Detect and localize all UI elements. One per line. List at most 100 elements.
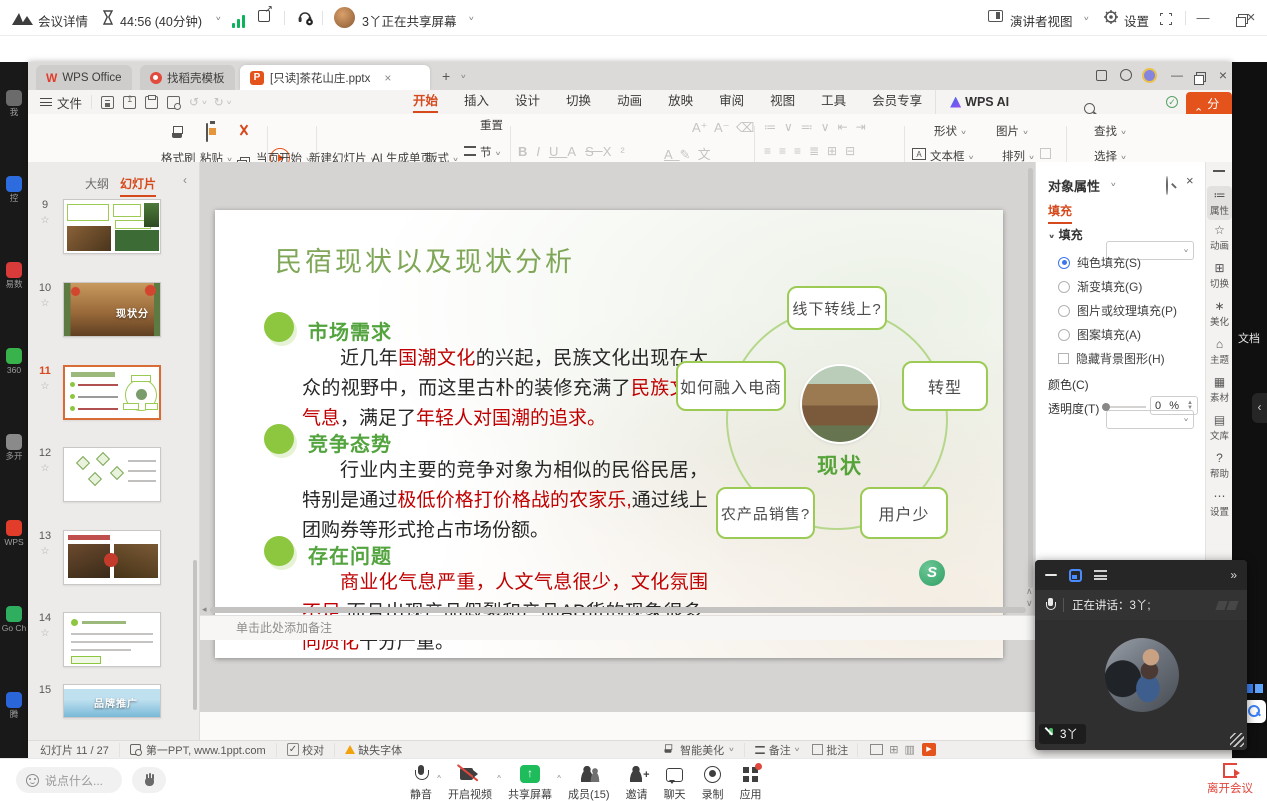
radio-icon[interactable] bbox=[1058, 257, 1070, 269]
normal-view-icon[interactable] bbox=[870, 744, 883, 755]
radio-icon[interactable] bbox=[1058, 281, 1070, 293]
tab-wps-home[interactable]: WWPS Office bbox=[36, 65, 132, 90]
font-color-icons[interactable]: A✎文 bbox=[664, 144, 718, 163]
gallery-view-icon[interactable] bbox=[1069, 569, 1082, 582]
slide-11[interactable]: 民宿现状以及现状分析 市场需求近几年国潮文化的兴起，民族文化出现在大众的视野中，… bbox=[215, 210, 1003, 658]
minimize-panel-icon[interactable] bbox=[1045, 574, 1057, 577]
dock-item-6[interactable]: WPS bbox=[0, 520, 28, 547]
slide-thumbnail-14[interactable] bbox=[63, 612, 161, 667]
close-button[interactable]: × bbox=[1240, 9, 1262, 26]
find-label[interactable]: 查找 ∨ bbox=[1094, 123, 1127, 139]
fill-option-3[interactable]: 图片或纹理填充(P) bbox=[1058, 302, 1177, 319]
menu-WPS AI[interactable]: WPS AI bbox=[935, 90, 1023, 114]
menu-设计[interactable]: 设计 bbox=[502, 90, 553, 114]
rail-素材[interactable]: ▦素材 bbox=[1207, 376, 1232, 404]
tab-slides[interactable]: 幻灯片 bbox=[120, 175, 156, 197]
format-painter-button[interactable] bbox=[169, 126, 185, 142]
transparency-input[interactable]: 0 % ▲▼ bbox=[1150, 396, 1198, 415]
floating-widget-icons[interactable] bbox=[1245, 684, 1263, 693]
checkbox-icon[interactable] bbox=[1058, 353, 1069, 364]
邀请-button[interactable]: 邀请 bbox=[624, 762, 650, 801]
undo-icon[interactable]: ↺ bbox=[189, 95, 199, 109]
录制-button[interactable]: 录制 bbox=[700, 762, 726, 801]
shapes-label[interactable]: 形状 ∨ bbox=[934, 123, 967, 139]
quick-chat-input[interactable]: 说点什么... bbox=[16, 767, 122, 793]
radio-icon[interactable] bbox=[1058, 305, 1070, 317]
comments-button[interactable]: 批注 bbox=[812, 742, 848, 758]
menu-放映[interactable]: 放映 bbox=[655, 90, 706, 114]
missing-font-button[interactable]: 缺失字体 bbox=[358, 742, 402, 758]
radio-icon[interactable] bbox=[1058, 329, 1070, 341]
slide-thumbnail-12[interactable] bbox=[63, 447, 161, 502]
wps-close-button[interactable]: × bbox=[1212, 67, 1234, 83]
menu-会员专享[interactable]: 会员专享 bbox=[859, 90, 935, 114]
fullscreen-icon[interactable] bbox=[1160, 13, 1172, 25]
静音-button[interactable]: ∧静音 bbox=[408, 762, 434, 801]
settings-button[interactable]: 设置 bbox=[1124, 11, 1149, 30]
section-icon[interactable] bbox=[464, 146, 476, 156]
chevron-up-icon[interactable]: ∧ bbox=[496, 774, 502, 780]
globe-icon[interactable] bbox=[1120, 69, 1132, 81]
rail-美化[interactable]: ∗美化 bbox=[1207, 300, 1232, 328]
redo-icon[interactable]: ↻ bbox=[214, 95, 224, 109]
panel-scrollbar[interactable] bbox=[193, 560, 197, 710]
close-panel-icon[interactable]: × bbox=[1186, 173, 1194, 188]
slider-track[interactable] bbox=[1110, 406, 1146, 408]
slide-thumbnail-15[interactable]: 品牌推广 bbox=[63, 684, 161, 718]
menu-工具[interactable]: 工具 bbox=[808, 90, 859, 114]
sharer-status[interactable]: 3丫正在共享屏幕 bbox=[362, 11, 456, 30]
slide-thumbnail-11[interactable] bbox=[63, 365, 161, 420]
cut-icon[interactable] bbox=[237, 124, 250, 137]
tab-list-icon[interactable]: ∨ bbox=[460, 73, 467, 80]
vertical-scrollbar[interactable] bbox=[1028, 168, 1033, 588]
align-icons[interactable]: ≡≡≡≣⊞⊟ bbox=[764, 144, 863, 158]
dock-item-2[interactable]: 控 bbox=[0, 176, 28, 203]
proof-button[interactable]: 校对 bbox=[302, 742, 324, 758]
notes-button[interactable]: 备注∨ bbox=[754, 742, 801, 758]
new-tab-button[interactable]: + bbox=[442, 68, 450, 84]
video-area[interactable]: 3丫 bbox=[1035, 620, 1247, 750]
slider-thumb[interactable] bbox=[1102, 403, 1110, 411]
clear-format-icon[interactable]: ⌫ bbox=[736, 120, 754, 136]
menu-切换[interactable]: 切换 bbox=[553, 90, 604, 114]
scroll-left-icon[interactable]: ◂ bbox=[202, 604, 207, 615]
star-icon[interactable]: ☆ bbox=[34, 628, 56, 639]
smart-beautify-button[interactable]: 智能美化∨ bbox=[660, 742, 735, 758]
workspace-icon[interactable] bbox=[1096, 70, 1107, 81]
slide-thumbnail-9[interactable] bbox=[63, 199, 161, 254]
print-preview-icon[interactable] bbox=[167, 96, 180, 109]
fill-option-4[interactable]: 图案填充(A) bbox=[1058, 326, 1141, 343]
star-icon[interactable]: ☆ bbox=[34, 463, 56, 474]
fill-option-1[interactable]: 纯色填充(S) bbox=[1058, 254, 1141, 271]
reading-view-icon[interactable]: ▥ bbox=[905, 743, 915, 756]
reset-label[interactable]: 重置 bbox=[480, 117, 503, 133]
rail-属性[interactable]: ≔属性 bbox=[1207, 186, 1232, 220]
picture-label[interactable]: 图片 ∨ bbox=[996, 123, 1029, 139]
audio-device-icon[interactable] bbox=[296, 8, 314, 31]
dock-item-4[interactable]: 360 bbox=[0, 348, 28, 375]
raise-hand-button[interactable] bbox=[132, 767, 166, 793]
list-indent-icons[interactable]: ≔∨≕∨⇤⇥ bbox=[764, 120, 874, 134]
section-label[interactable]: 节 ∨ bbox=[480, 144, 501, 160]
notes-area[interactable]: 单击此处添加备注 bbox=[200, 615, 1035, 640]
spinner-arrows[interactable]: ▲▼ bbox=[1187, 401, 1193, 411]
speaker-view-button[interactable]: 演讲者视图 bbox=[1010, 11, 1073, 30]
dock-item-7[interactable]: Go Ch bbox=[0, 606, 28, 633]
star-icon[interactable]: ☆ bbox=[34, 546, 56, 557]
slideshow-play-icon[interactable]: ▶ bbox=[922, 743, 936, 756]
dock-item-5[interactable]: 多开 bbox=[0, 434, 28, 461]
next-slide-icon[interactable]: ∨ bbox=[1026, 598, 1033, 609]
menu-动画[interactable]: 动画 bbox=[604, 90, 655, 114]
minimize-button[interactable]: — bbox=[1192, 10, 1214, 25]
dock-item-3[interactable]: 易数 bbox=[0, 262, 28, 289]
chevron-up-icon[interactable]: ∧ bbox=[436, 774, 442, 780]
collapse-handle[interactable]: ‹ bbox=[1252, 393, 1267, 423]
rail-主题[interactable]: ⌂主题 bbox=[1207, 338, 1232, 366]
export-icon[interactable] bbox=[123, 96, 136, 109]
prev-slide-icon[interactable]: ∧ bbox=[1026, 586, 1033, 597]
star-icon[interactable]: ☆ bbox=[34, 381, 56, 392]
slide-thumbnail-13[interactable] bbox=[63, 530, 161, 585]
tab-docer-templates[interactable]: 找稻壳模板 bbox=[140, 65, 235, 90]
search-icon[interactable] bbox=[1084, 103, 1095, 114]
chevron-up-icon[interactable]: ∧ bbox=[556, 774, 562, 780]
